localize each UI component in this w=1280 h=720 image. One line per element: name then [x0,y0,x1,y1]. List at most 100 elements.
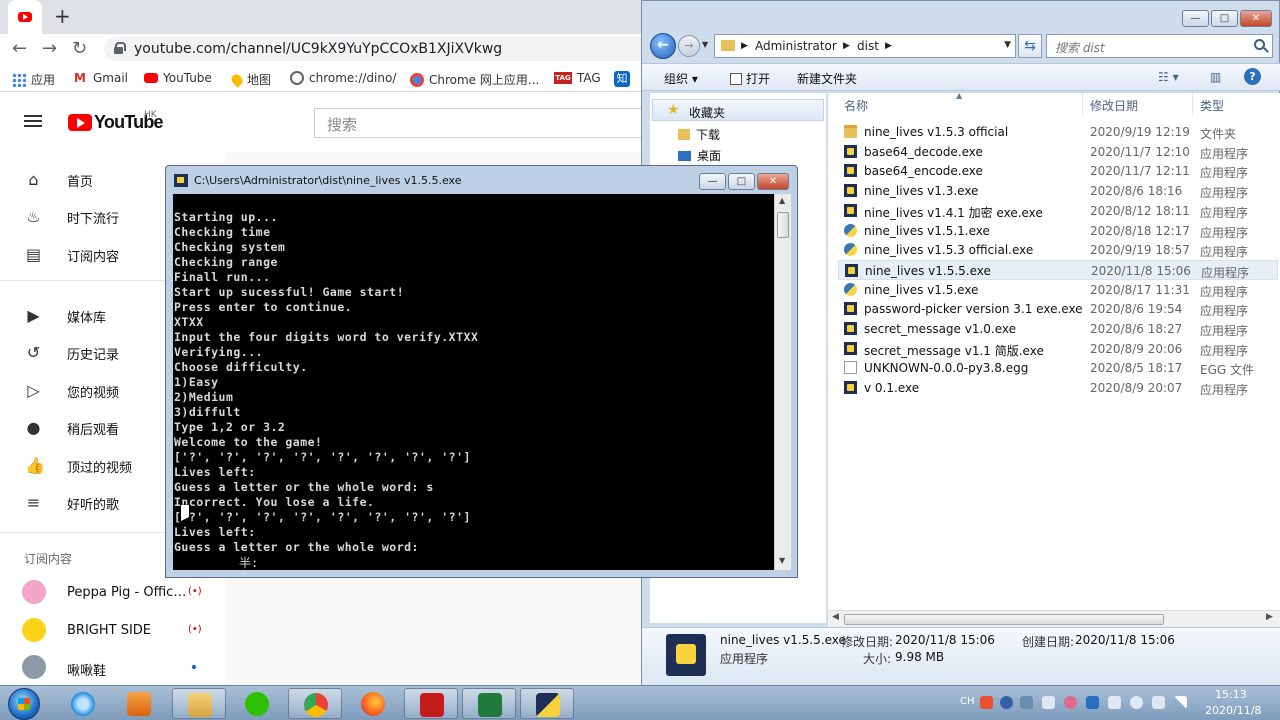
subscription-peppa-pig[interactable]: Peppa Pig - Official...(•) [0,574,225,612]
bookmark-youtube[interactable]: YouTube [144,71,212,85]
view-options-icon[interactable]: ☷ ▾ [1158,70,1179,84]
chevron-down-icon[interactable]: ▼ [1004,40,1011,50]
battery-icon[interactable] [1152,696,1165,709]
organize-button[interactable]: 组织 ▾ [664,70,698,87]
taskbar-acrobat[interactable] [404,688,458,719]
console-titlebar[interactable]: C:\Users\Administrator\dist\nine_lives v… [166,166,797,194]
scroll-up-icon[interactable]: ▲ [779,196,785,205]
taskbar-excel[interactable] [462,688,516,719]
chevron-right-icon[interactable]: ▶ [885,41,892,51]
vertical-scrollbar[interactable]: ▲ ▼ [774,194,791,570]
input-icon[interactable] [1042,696,1055,709]
tray-app-icon[interactable] [1064,696,1077,709]
nav-desktop[interactable]: 桌面 [678,147,721,164]
clock-time[interactable]: 15:13 [1215,688,1247,701]
bookmark-tag[interactable]: TAG TAG [554,71,601,85]
back-arrow-icon[interactable]: ← [12,38,27,59]
file-row[interactable]: secret_message v1.1 简版.exe 2020/8/9 20:06… [838,339,1278,359]
file-row[interactable]: v 0.1.exe 2020/8/9 20:07 应用程序 [838,378,1278,398]
file-row[interactable]: nine_lives v1.5.5.exe 2020/11/8 15:06 应用程序 [838,259,1278,280]
taskbar-firefox[interactable] [346,688,400,719]
scrollbar-thumb[interactable] [777,212,789,238]
file-row[interactable]: nine_lives v1.4.1 加密 exe.exe 2020/8/12 18… [838,201,1278,221]
help-icon[interactable] [1000,696,1013,709]
help-icon[interactable]: ? [1244,68,1261,85]
taskbar-wechat[interactable] [230,688,284,719]
refresh-icon[interactable]: ⇆ [1018,34,1042,58]
menu-icon[interactable] [24,115,42,127]
file-row[interactable]: nine_lives v1.5.exe 2020/8/17 11:31 应用程序 [838,280,1278,300]
file-row[interactable]: UNKNOWN-0.0.0-py3.8.egg 2020/8/5 18:17 EGG… [838,358,1278,378]
column-header-name[interactable]: 名称 [844,97,868,114]
close-button[interactable]: ✕ [1240,10,1272,27]
taskbar-ie[interactable] [56,688,110,719]
bookmark-maps[interactable]: 地图 [229,71,271,88]
subscription-jiujiuxie[interactable]: 啾啾鞋 [0,649,225,687]
open-button[interactable]: 打开 [730,70,770,87]
file-row[interactable]: nine_lives v1.5.3 official.exe 2020/9/19 … [838,240,1278,260]
column-header-type[interactable]: 类型 [1200,97,1224,114]
file-row[interactable]: nine_lives v1.5.1.exe 2020/8/18 12:17 应用程序 [838,221,1278,241]
wifi-signal-icon[interactable] [1174,696,1187,709]
nav-favorites[interactable]: ★ 收藏夹 [652,99,824,121]
address-bar[interactable]: youtube.com/channel/UC9kX9YuYpCCOxB1XJiX… [104,37,664,61]
history-dropdown-icon[interactable]: ▼ [702,40,708,49]
bluetooth-icon[interactable] [1108,696,1121,709]
file-row[interactable]: password-picker version 3.1 exe.exe 2020/… [838,299,1278,319]
new-tab-button[interactable]: + [54,4,71,28]
search-input[interactable]: 搜索 [314,108,654,138]
maximize-button[interactable]: □ [728,173,755,190]
sogou-icon[interactable] [980,696,993,709]
column-divider[interactable] [1192,93,1193,115]
preview-pane-icon[interactable]: ▥ [1210,70,1221,84]
minimize-button[interactable]: — [1182,10,1209,27]
explorer-address-bar[interactable]: ▶ Administrator ▶ dist ▶ ▼ [714,34,1016,58]
forward-arrow-icon[interactable]: → [678,35,700,57]
taskbar-chrome[interactable] [288,688,342,719]
network-icon[interactable] [1020,696,1033,709]
ime-language[interactable]: CH [960,696,975,707]
maximize-button[interactable]: □ [1211,10,1238,27]
chevron-right-icon[interactable]: ▶ [843,41,850,51]
minimize-button[interactable]: — [699,173,726,190]
reload-icon[interactable]: ↻ [72,38,87,59]
column-header-date[interactable]: 修改日期 [1090,97,1138,114]
taskbar-explorer[interactable] [172,688,226,719]
scrollbar-thumb[interactable] [844,614,1164,625]
column-divider[interactable] [1082,93,1083,115]
file-row[interactable]: secret_message v1.0.exe 2020/8/6 18:27 应用程… [838,319,1278,339]
bookmark-webstore[interactable]: Chrome 网上应用... [410,71,539,88]
taskbar-console[interactable] [520,688,574,719]
breadcrumb-dist[interactable]: dist [857,39,879,53]
nav-downloads[interactable]: 下载 [678,126,720,143]
console-output[interactable]: 半: Starting up... Checking time Checking s… [173,194,774,570]
file-row[interactable]: nine_lives v1.5.3 official 2020/9/19 12:1… [838,122,1278,142]
breadcrumb-administrator[interactable]: Administrator [755,39,837,53]
file-row[interactable]: base64_decode.exe 2020/11/7 12:10 应用程序 [838,142,1278,162]
chevron-right-icon[interactable]: ▶ [741,41,748,51]
clock-date[interactable]: 2020/11/8 [1205,704,1261,717]
scroll-left-icon[interactable]: ◀ [832,612,839,622]
search-input[interactable]: 搜索 dist [1046,34,1273,58]
taskbar-media-player[interactable] [112,688,166,719]
forward-arrow-icon[interactable]: → [42,38,57,59]
start-button[interactable] [8,688,40,720]
bookmark-gmail[interactable]: M Gmail [74,71,128,85]
file-row[interactable]: base64_encode.exe 2020/11/7 12:11 应用程序 [838,161,1278,181]
new-folder-button[interactable]: 新建文件夹 [797,70,857,87]
details-modified: 2020/11/8 15:06 [895,633,995,647]
subscription-bright-side[interactable]: BRIGHT SIDE (•) [0,612,225,650]
shield-icon[interactable] [1086,696,1099,709]
back-arrow-icon[interactable]: ← [650,33,676,59]
file-row[interactable]: nine_lives v1.3.exe 2020/8/6 18:16 应用程序 [838,181,1278,201]
tab-youtube[interactable] [8,0,42,34]
scroll-right-icon[interactable]: ▶ [1266,612,1273,622]
bookmark-dino[interactable]: chrome://dino/ [290,71,396,85]
bookmark-zhihu[interactable]: 知 [614,71,635,87]
horizontal-scrollbar[interactable]: ◀ ▶ [828,610,1280,627]
tray-settings-icon[interactable] [1130,696,1143,709]
youtube-logo-icon[interactable] [68,114,92,131]
bookmark-apps[interactable]: 应用 [12,71,55,88]
scroll-down-icon[interactable]: ▼ [779,556,785,565]
close-button[interactable]: ✕ [757,173,789,190]
